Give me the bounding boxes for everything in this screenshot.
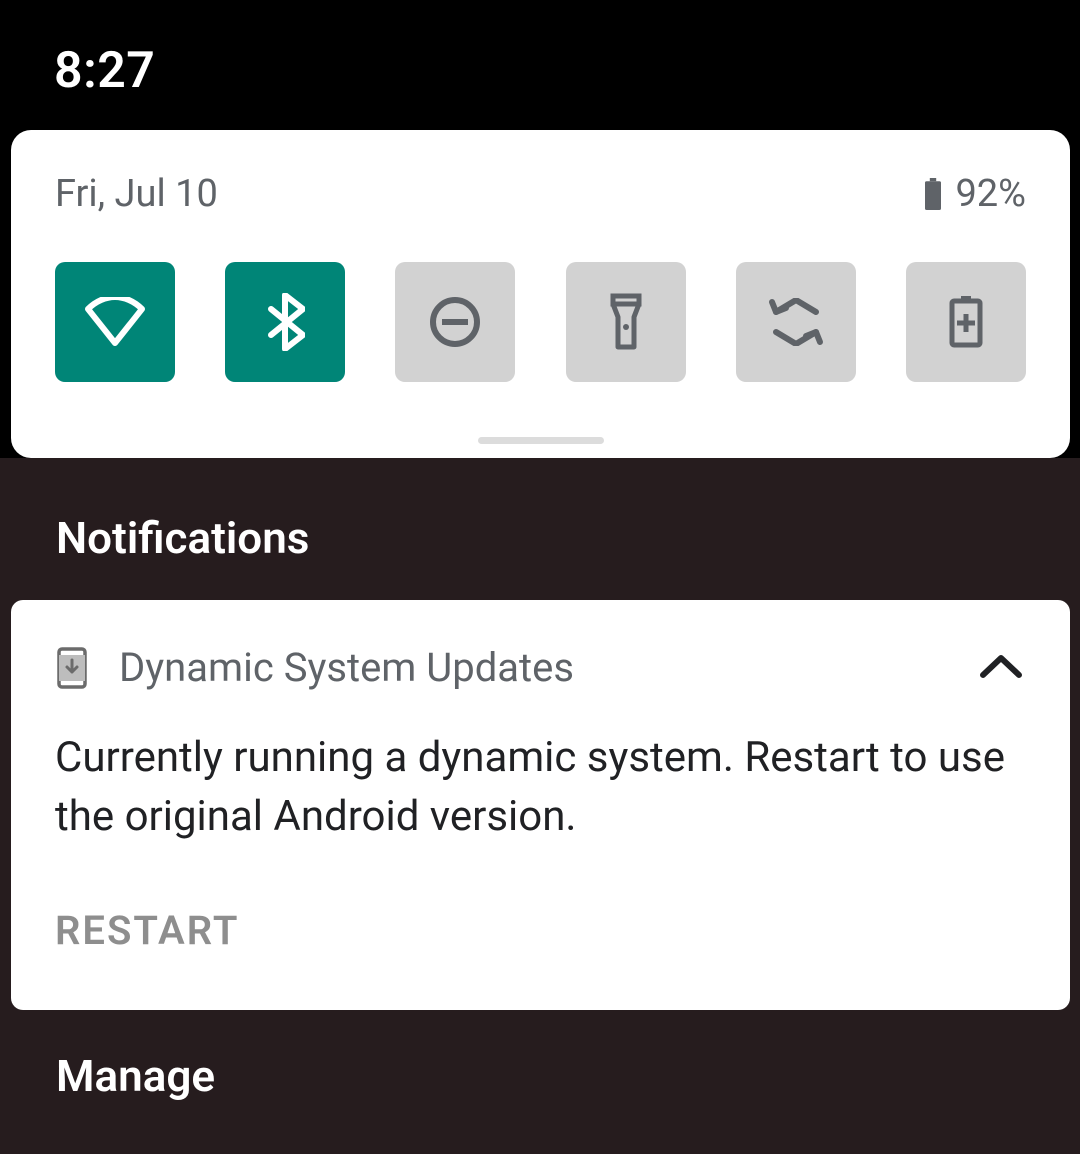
do-not-disturb-icon [428, 295, 482, 349]
qs-date: Fri, Jul 10 [55, 172, 218, 216]
chevron-up-icon [979, 653, 1023, 683]
tile-flashlight[interactable] [566, 262, 686, 382]
tile-auto-rotate[interactable] [736, 262, 856, 382]
notification-body: Currently running a dynamic system. Rest… [55, 729, 1026, 847]
section-label-manage[interactable]: Manage [56, 1050, 215, 1102]
tile-dnd[interactable] [395, 262, 515, 382]
quick-settings-panel: Fri, Jul 10 92% [11, 130, 1070, 458]
battery-icon [923, 178, 943, 210]
notification-card[interactable]: Dynamic System Updates Currently running… [11, 600, 1070, 1010]
qs-battery-text: 92% [955, 172, 1026, 216]
collapse-button[interactable] [976, 653, 1026, 683]
quick-settings-tiles [55, 262, 1026, 382]
system-update-icon [55, 647, 89, 689]
bluetooth-icon [265, 293, 305, 351]
status-clock: 8:27 [54, 42, 155, 100]
battery-saver-icon [949, 296, 983, 348]
tile-battery-saver[interactable] [906, 262, 1026, 382]
auto-rotate-icon [766, 298, 826, 346]
restart-button[interactable]: RESTART [55, 907, 239, 954]
tile-bluetooth[interactable] [225, 262, 345, 382]
section-label-notifications: Notifications [56, 512, 309, 564]
tile-wifi[interactable] [55, 262, 175, 382]
notification-header: Dynamic System Updates [55, 644, 1026, 691]
qs-drag-handle[interactable] [478, 437, 604, 444]
flashlight-icon [606, 293, 646, 351]
quick-settings-header: Fri, Jul 10 92% [55, 130, 1026, 216]
wifi-icon [84, 297, 146, 347]
notification-app-title: Dynamic System Updates [119, 644, 946, 691]
qs-battery[interactable]: 92% [923, 172, 1026, 216]
